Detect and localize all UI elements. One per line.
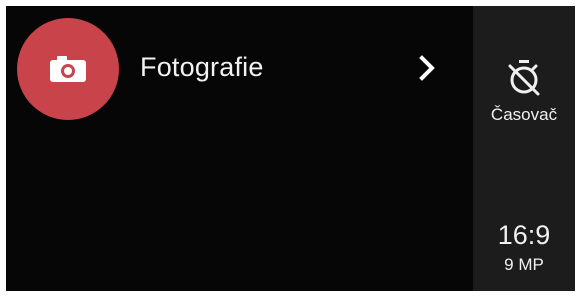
- mode-selector-row[interactable]: Fotografie: [6, 6, 473, 124]
- mode-label: Fotografie: [140, 52, 264, 82]
- timer-label: Časovač: [490, 105, 558, 124]
- timer-off-icon: [508, 60, 540, 96]
- resolution-value: 9 MP: [504, 255, 544, 274]
- camera-icon: [50, 56, 86, 82]
- chevron-right-icon[interactable]: [417, 55, 437, 81]
- settings-sidebar: Časovač 16:9 9 MP: [473, 6, 575, 291]
- mode-icon-circle[interactable]: [17, 18, 119, 120]
- mode-panel: Fotografie: [6, 6, 473, 291]
- aspect-ratio-button[interactable]: 16:9 9 MP: [473, 220, 575, 282]
- timer-button[interactable]: Časovač: [473, 58, 575, 138]
- camera-mode-screen: Fotografie Časovač 16:9 9 MP: [6, 6, 575, 291]
- aspect-ratio-value: 16:9: [497, 220, 551, 250]
